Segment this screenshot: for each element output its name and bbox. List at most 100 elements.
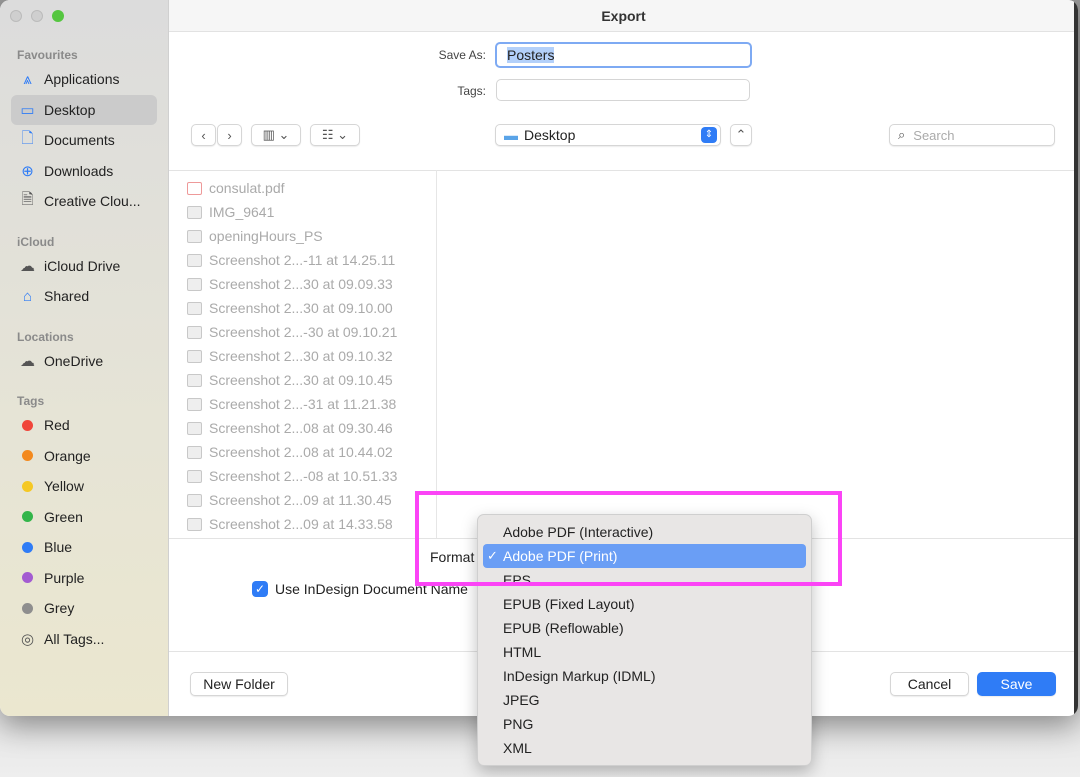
sidebar-section-title: iCloud [17, 234, 55, 249]
dialog-title: Export [169, 0, 1078, 32]
sidebar-item[interactable]: Grey [11, 593, 157, 623]
file-icon: 🗎 [21, 190, 34, 208]
search-placeholder: Search [913, 127, 955, 143]
image-file-icon [187, 421, 202, 435]
location-value: Desktop [524, 127, 576, 143]
file-list-item[interactable]: Screenshot 2...-11 at 14.25.11 [187, 248, 395, 272]
tag-dot-icon [22, 541, 33, 553]
file-list-item[interactable]: Screenshot 2...-31 at 11.21.38 [187, 392, 396, 416]
image-file-icon [187, 205, 202, 219]
sidebar-item[interactable]: ⌂ Shared [11, 281, 157, 311]
file-list-item[interactable]: IMG_9641 [187, 200, 274, 224]
image-file-icon [187, 229, 202, 243]
file-name: Screenshot 2...-11 at 14.25.11 [209, 252, 396, 268]
group-button[interactable]: ☷ ⌄ [310, 124, 360, 146]
file-name: Screenshot 2...08 at 09.30.46 [209, 420, 393, 436]
format-menu-item[interactable]: JPEG [483, 688, 806, 712]
new-folder-button[interactable]: New Folder [190, 672, 288, 696]
columns-icon: ▥ ⌄ [262, 127, 290, 142]
cloud-icon: ☁ [20, 352, 35, 370]
sidebar-item-label: OneDrive [44, 352, 104, 369]
format-menu-item[interactable]: InDesign Markup (IDML) [483, 664, 806, 688]
file-name: Screenshot 2...-31 at 11.21.38 [209, 396, 397, 412]
image-file-icon [187, 277, 202, 291]
file-list-item[interactable]: Screenshot 2...30 at 09.10.32 [187, 344, 393, 368]
save-as-input[interactable]: Posters [495, 42, 752, 68]
save-as-value: Posters [507, 47, 555, 63]
format-option-label: InDesign Markup (IDML) [503, 668, 656, 684]
format-option-label: PNG [503, 716, 534, 732]
chevron-updown-icon: ⇕ [701, 127, 717, 143]
tag-dot-icon [22, 572, 33, 583]
file-list-item[interactable]: Screenshot 2...09 at 11.30.45 [187, 488, 392, 512]
format-menu-item[interactable]: EPUB (Reflowable) [483, 616, 806, 640]
all-tags-icon: ◎ [20, 630, 35, 648]
sidebar-item-label: Applications [44, 71, 120, 87]
sidebar-item[interactable]: Blue [11, 532, 157, 562]
use-name-checkbox[interactable]: ✓ [252, 581, 268, 597]
image-file-icon [187, 301, 202, 315]
file-list-item[interactable]: Screenshot 2...30 at 09.10.45 [187, 368, 393, 392]
save-button[interactable]: Save [977, 672, 1056, 696]
file-list-item[interactable]: Screenshot 2...-08 at 10.51.33 [187, 464, 397, 488]
sidebar-item-label: Green [44, 508, 83, 525]
image-file-icon [187, 397, 202, 411]
close-button[interactable] [10, 10, 22, 22]
folder-icon: ▬ [504, 127, 518, 143]
image-file-icon [187, 469, 202, 483]
format-option-label: EPUB (Reflowable) [503, 620, 624, 636]
file-list-item[interactable]: Screenshot 2...30 at 09.10.00 [187, 296, 393, 320]
sidebar-item[interactable]: ⊕ Downloads [11, 156, 157, 186]
back-button[interactable]: ‹ [191, 124, 216, 146]
file-list-item[interactable]: Screenshot 2...09 at 14.33.58 [187, 512, 393, 536]
sidebar-item[interactable]: 🗋 Documents [11, 125, 157, 155]
sidebar-item-label: Shared [44, 288, 90, 304]
sidebar-section-title: Favourites [17, 48, 78, 62]
file-list-item[interactable]: Screenshot 2...-30 at 09.10.21 [187, 320, 397, 344]
file-list-item[interactable]: Screenshot 2...30 at 09.09.33 [187, 272, 393, 296]
file-name: consulat.pdf [209, 180, 285, 196]
minimize-button[interactable] [31, 10, 43, 22]
cancel-button[interactable]: Cancel [890, 672, 969, 696]
sidebar-item[interactable]: ◎ All Tags... [11, 624, 157, 654]
format-option-label: JPEG [503, 692, 540, 708]
sidebar-item[interactable]: ⩓ Applications [11, 64, 157, 94]
file-list-item[interactable]: Screenshot 2...08 at 09.30.46 [187, 416, 393, 440]
sidebar-item-label: Desktop [44, 101, 96, 118]
save-as-label: Save As: [438, 48, 486, 62]
collapse-button[interactable]: ⌃ [730, 124, 752, 146]
image-file-icon [187, 325, 202, 339]
forward-button[interactable]: › [217, 124, 242, 146]
sidebar-item[interactable]: ☁ OneDrive [11, 346, 157, 376]
format-menu-item[interactable]: XML [483, 736, 806, 760]
format-menu-item[interactable]: EPUB (Fixed Layout) [483, 592, 806, 616]
sidebar-item[interactable]: ▭ Desktop [11, 94, 157, 125]
image-file-icon [187, 253, 202, 267]
search-input[interactable]: ⌕ Search [889, 124, 1055, 146]
file-list-item[interactable]: consulat.pdf [187, 176, 285, 200]
location-dropdown[interactable]: ▬ Desktop ⇕ [495, 124, 721, 146]
file-name: Screenshot 2...08 at 10.44.02 [209, 444, 393, 460]
view-columns-button[interactable]: ▥ ⌄ [251, 124, 301, 146]
sidebar-item[interactable]: Yellow [11, 471, 157, 501]
sidebar-item[interactable]: Red [11, 410, 157, 440]
sidebar-item[interactable]: Green [11, 502, 157, 532]
sidebar-item[interactable]: 🗎 Creative Clou... [11, 186, 157, 216]
file-list-item[interactable]: openingHours_PS [187, 224, 323, 248]
tag-dot-icon [22, 602, 33, 614]
sidebar-item[interactable]: Purple [11, 563, 157, 593]
file-name: Screenshot 2...09 at 11.30.45 [209, 492, 392, 508]
tags-input[interactable] [496, 79, 750, 101]
file-name: Screenshot 2...09 at 14.33.58 [209, 516, 393, 532]
tag-dot-icon [22, 450, 33, 461]
sidebar-item[interactable]: Orange [11, 441, 157, 471]
file-list-item[interactable]: Screenshot 2...08 at 10.44.02 [187, 440, 393, 464]
tags-label: Tags: [457, 84, 486, 98]
image-file-icon [187, 373, 202, 387]
format-menu-item[interactable]: HTML [483, 640, 806, 664]
sidebar-item-label: Purple [44, 569, 85, 586]
format-menu-item[interactable]: PNG [483, 712, 806, 736]
file-name: Screenshot 2...-30 at 09.10.21 [209, 324, 398, 340]
zoom-button[interactable] [52, 10, 64, 22]
sidebar-item[interactable]: ☁ iCloud Drive [11, 251, 157, 281]
